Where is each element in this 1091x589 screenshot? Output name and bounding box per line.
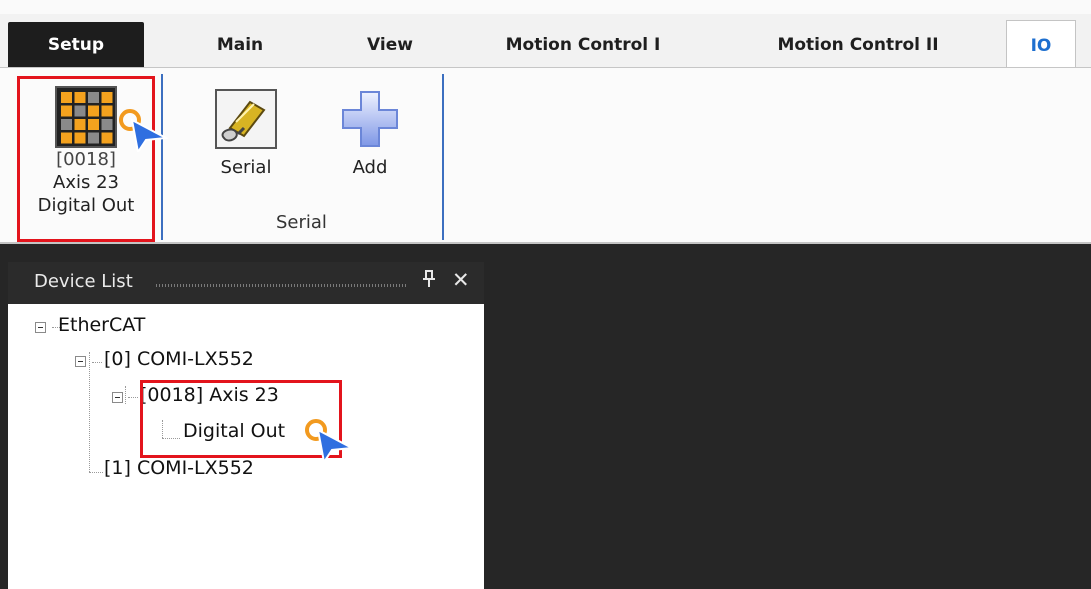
device-list-panel: Device List ✕ EtherCAT [0] COMI-LX552 [0…: [8, 262, 484, 589]
tree-connector: [125, 386, 126, 404]
tree-connector: [89, 472, 103, 473]
tab-motion-control-2[interactable]: Motion Control II: [738, 22, 978, 68]
header-grip[interactable]: [156, 284, 406, 287]
ribbon-panel: [0018] Axis 23 Digital Out Serial Add Se…: [0, 68, 1091, 244]
digital-out-highlight: [17, 76, 155, 242]
serial-button-label: Serial: [220, 157, 272, 178]
collapse-icon[interactable]: [75, 356, 86, 367]
tab-motion-control-1[interactable]: Motion Control I: [478, 22, 688, 68]
device-list-title: Device List: [34, 271, 133, 292]
tree-node-ethercat[interactable]: EtherCAT: [58, 314, 145, 336]
ribbon-separator: [161, 74, 163, 240]
tab-io[interactable]: IO: [1006, 20, 1076, 70]
add-button[interactable]: Add: [330, 88, 410, 179]
tab-label: IO: [1030, 35, 1052, 56]
tab-label: View: [367, 35, 413, 55]
tab-main[interactable]: Main: [190, 22, 290, 68]
tree-node-device-1[interactable]: [1] COMI-LX552: [104, 457, 254, 479]
serial-button[interactable]: Serial: [204, 88, 288, 179]
collapse-icon[interactable]: [35, 322, 46, 333]
tab-label: Main: [216, 35, 264, 55]
tab-setup[interactable]: Setup: [8, 22, 144, 68]
pointer-cursor-icon: [119, 109, 168, 152]
device-list-header: Device List ✕: [8, 262, 484, 304]
add-button-label: Add: [352, 157, 388, 178]
tree-node-device-0[interactable]: [0] COMI-LX552: [104, 348, 254, 370]
collapse-icon[interactable]: [112, 392, 123, 403]
tree-connector: [128, 397, 138, 398]
ribbon-tab-bar: Setup Main View Motion Control I Motion …: [0, 0, 1091, 70]
pin-icon[interactable]: [422, 270, 436, 293]
tab-view[interactable]: View: [340, 22, 440, 68]
add-plus-icon: [342, 91, 398, 147]
serial-group-label: Serial: [276, 212, 327, 233]
ribbon-separator: [442, 74, 444, 240]
pointer-cursor-icon: [305, 419, 354, 462]
serial-port-icon: [215, 89, 277, 149]
close-icon[interactable]: ✕: [452, 268, 470, 292]
tab-label: Motion Control I: [505, 35, 661, 55]
tree-connector: [92, 362, 102, 363]
tab-label: Motion Control II: [777, 35, 939, 55]
tab-label: Setup: [47, 35, 105, 55]
tree-connector: [89, 352, 90, 472]
